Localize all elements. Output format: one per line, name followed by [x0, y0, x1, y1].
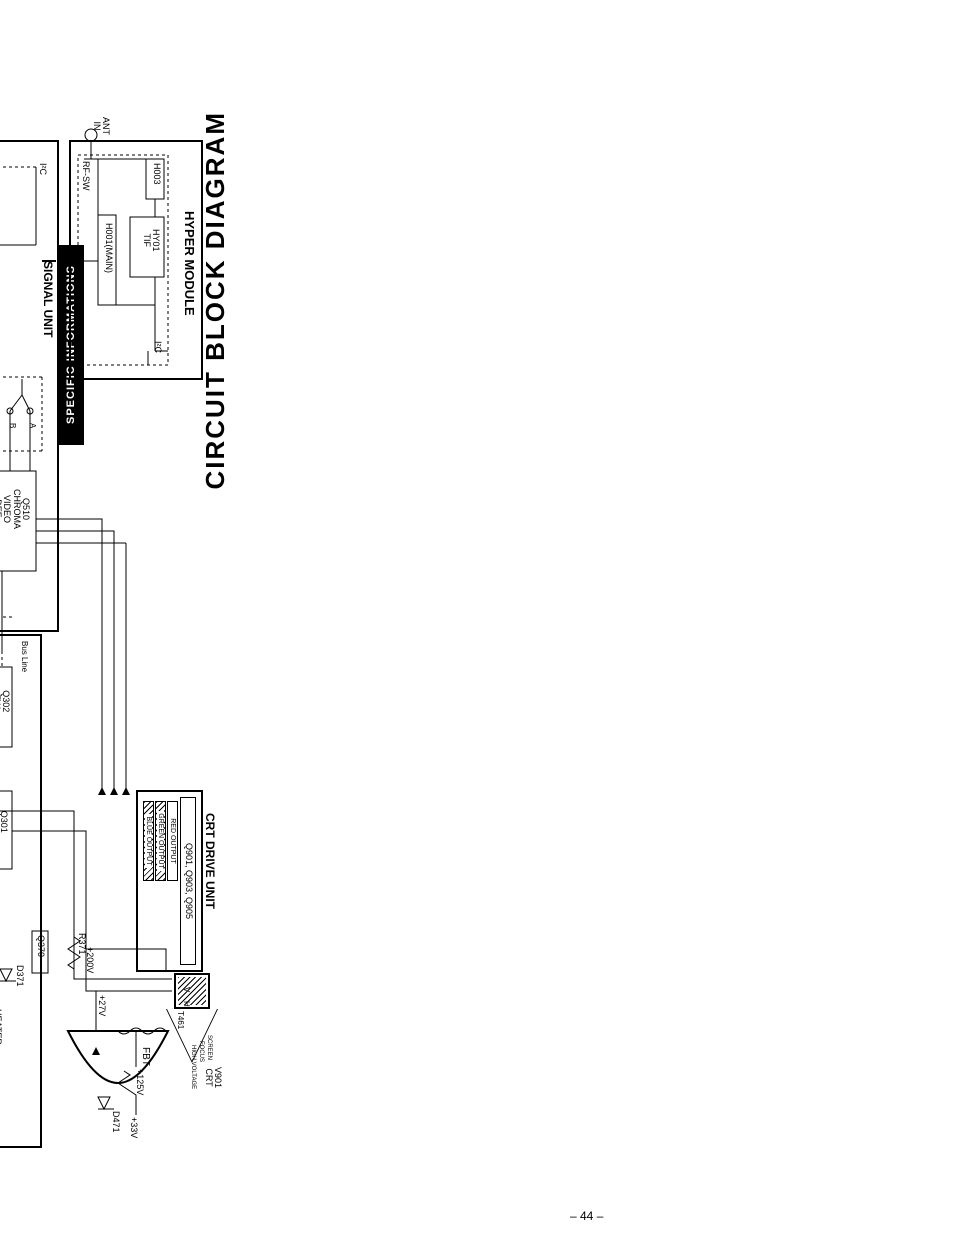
- v-lbl: V: [182, 987, 190, 992]
- q302: Q302 EW CORRECTION: [0, 671, 10, 732]
- b-lbl: B: [8, 423, 16, 428]
- d471: D471: [111, 1111, 120, 1133]
- hv-lbl: HIGH VOLTAGE: [190, 1045, 196, 1089]
- page-number: – 44 –: [570, 1209, 603, 1223]
- svg-text:I²C: I²C: [38, 163, 48, 175]
- r371: R371: [77, 933, 86, 955]
- q301: Q301 V OUTPUT: [0, 799, 8, 845]
- p125v: +125V: [135, 1069, 144, 1095]
- q901-box: Q901, Q903, Q905: [180, 797, 196, 965]
- focus-lbl: FOCUS: [198, 1041, 204, 1062]
- crt-label: V901 CRT: [203, 1067, 222, 1088]
- busline: Bus Line: [20, 641, 28, 672]
- signal-unit-title: SIGNAL UNIT: [41, 261, 54, 337]
- fbt-lbl: FBT: [140, 1047, 151, 1066]
- screen-lbl: SCREEN: [206, 1035, 212, 1060]
- red-output: RED OUTPUT: [167, 801, 178, 881]
- q510: Q510 CHROMA VIDEO DEF.: [0, 489, 30, 529]
- h001-label: H001(MAIN): [104, 223, 113, 273]
- i2c-label: I²C: [153, 341, 162, 353]
- green-output: GREEN OUTPUT: [155, 801, 166, 881]
- q370: Q370: [36, 935, 45, 957]
- hy01-label: HY01 TIF: [141, 229, 160, 252]
- circuit-block-diagram: I²C: [0, 111, 246, 1161]
- heater: HEATER: [0, 1009, 2, 1045]
- a-lbl: A: [28, 423, 36, 428]
- rfsw-label: RF-SW: [81, 161, 90, 191]
- crt-drive-title: CRT DRIVE UNIT: [203, 813, 216, 909]
- p27v: +27V: [97, 995, 106, 1016]
- p33v: +33V: [129, 1117, 138, 1138]
- h003-label: H003: [152, 163, 161, 185]
- h-lbl: H: [182, 1001, 190, 1007]
- blue-output: BLUE OUTPUT: [143, 801, 154, 881]
- hyper-module-title: HYPER MODULE: [182, 211, 196, 316]
- d371: D371: [15, 965, 24, 987]
- t461-lbl: T461: [176, 1011, 184, 1029]
- ant-in-label: ANT IN: [91, 117, 110, 135]
- diagram-rotated-wrap: I²C: [0, 111, 246, 707]
